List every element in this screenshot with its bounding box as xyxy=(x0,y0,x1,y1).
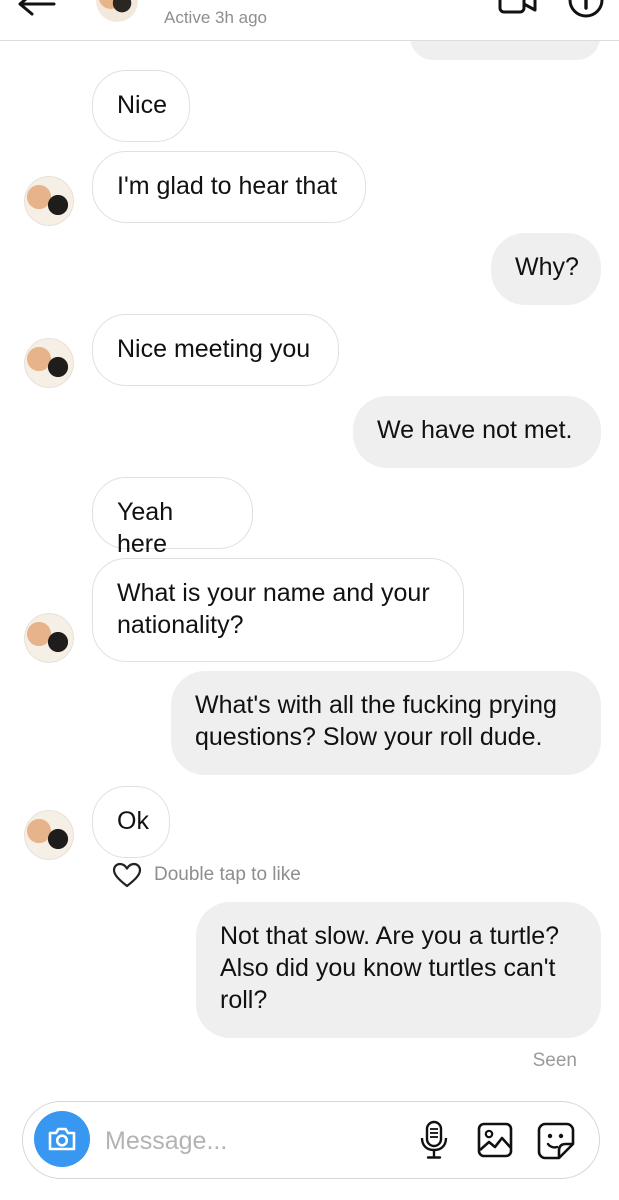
message-text: Why? xyxy=(515,253,579,281)
message-input[interactable] xyxy=(103,1122,407,1160)
message-text: What's with all the fucking prying quest… xyxy=(195,691,557,751)
video-call-icon[interactable] xyxy=(498,0,538,18)
dm-thread-screen: Active 3h ago Nice I'm glad to hear that… xyxy=(0,0,619,1200)
camera-button[interactable] xyxy=(34,1111,90,1167)
message-bubble-incoming[interactable]: I'm glad to hear that xyxy=(92,151,366,223)
message-text: We have not met. xyxy=(377,416,573,444)
message-text: Nice meeting you xyxy=(117,335,311,363)
message-text: Not that slow. Are you a turtle? Also di… xyxy=(220,922,560,1014)
back-arrow-icon[interactable] xyxy=(14,0,58,18)
message-text: I'm glad to hear that xyxy=(117,172,338,200)
contact-avatar[interactable] xyxy=(96,0,138,22)
info-icon[interactable] xyxy=(568,0,604,20)
message-bubble-outgoing[interactable]: What's with all the fucking prying quest… xyxy=(171,671,601,775)
thread-header: Active 3h ago xyxy=(0,0,619,41)
gallery-icon[interactable] xyxy=(477,1122,513,1158)
message-bubble-outgoing[interactable]: Why? xyxy=(491,233,601,305)
message-bubble-outgoing[interactable]: We have not met. xyxy=(353,396,601,468)
message-text: What is your name and your nationality? xyxy=(117,579,430,639)
contact-avatar-small[interactable] xyxy=(24,613,74,663)
message-text: Nice xyxy=(117,91,168,119)
message-bubble-incoming[interactable]: Nice xyxy=(92,70,190,142)
camera-icon xyxy=(48,1127,76,1151)
message-bubble-incoming[interactable]: Yeah here xyxy=(92,477,253,558)
active-status: Active 3h ago xyxy=(164,8,268,27)
message-bubble-incoming[interactable]: Ok xyxy=(92,786,170,858)
message-bubble-incoming[interactable]: What is your name and your nationality? xyxy=(92,558,464,662)
contact-avatar-small[interactable] xyxy=(24,810,74,860)
seen-receipt: Seen xyxy=(532,1050,577,1071)
contact-avatar-small[interactable] xyxy=(24,338,74,388)
message-text: Ok xyxy=(117,807,149,835)
message-bubble-outgoing[interactable]: Not that slow. Are you a turtle? Also di… xyxy=(196,902,601,1038)
double-tap-like-hint: Double tap to like xyxy=(112,860,301,890)
message-bubble-incoming[interactable]: Nice meeting you xyxy=(92,314,339,386)
sticker-icon[interactable] xyxy=(537,1122,575,1160)
microphone-icon[interactable] xyxy=(419,1120,449,1160)
contact-avatar-small[interactable] xyxy=(24,176,74,226)
message-composer xyxy=(22,1101,600,1179)
double-tap-label: Double tap to like xyxy=(154,864,301,885)
message-text: Yeah here xyxy=(117,498,174,558)
heart-icon[interactable] xyxy=(112,862,142,888)
